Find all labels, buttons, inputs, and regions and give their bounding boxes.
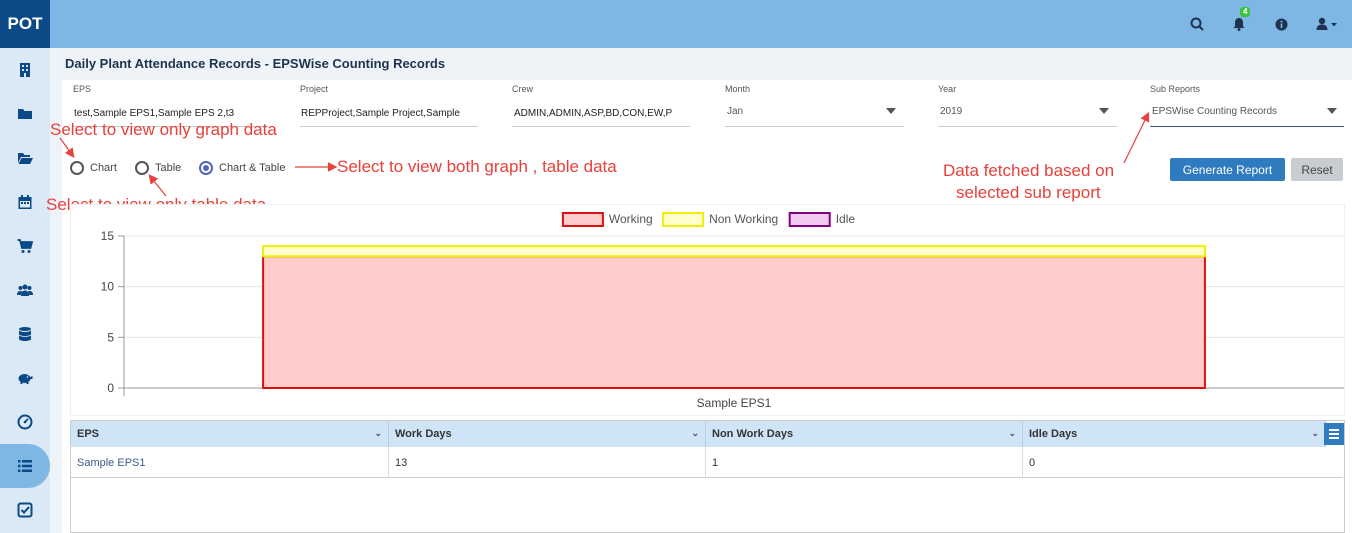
column-header-non-work-days[interactable]: Non Work Days ⌄ <box>706 421 1023 447</box>
cell-eps[interactable]: Sample EPS1 <box>71 447 389 478</box>
chart-container: 0 5 10 15 Sample EPS1 Working Non Working Idle <box>70 204 1345 416</box>
legend-label: Working <box>609 212 653 226</box>
grid-header: EPS ⌄ Work Days ⌄ Non Work Days ⌄ Idle Days… <box>71 421 1326 447</box>
cell-non-work-days: 1 <box>706 447 1023 478</box>
chevron-down-icon[interactable]: ⌄ <box>1311 428 1319 439</box>
legend-label: Non Working <box>709 212 778 226</box>
chevron-down-icon[interactable]: ⌄ <box>691 428 699 439</box>
data-grid: EPS ⌄ Work Days ⌄ Non Work Days ⌄ Idle Days… <box>70 420 1345 533</box>
column-header-idle-days[interactable]: Idle Days ⌄ <box>1023 421 1326 447</box>
legend-label: Idle <box>836 212 856 226</box>
y-tick-label: 5 <box>107 330 114 344</box>
cell-work-days: 13 <box>389 447 706 478</box>
y-tick-label: 15 <box>101 229 115 243</box>
cell-idle-days: 0 <box>1029 456 1036 469</box>
column-menu-icon[interactable] <box>1324 423 1344 445</box>
column-header-eps[interactable]: EPS ⌄ <box>71 421 389 447</box>
chevron-down-icon[interactable]: ⌄ <box>1008 428 1016 439</box>
stacked-bar-chart: 0 5 10 15 Sample EPS1 Working Non Working Idle <box>101 212 1344 410</box>
bar-non-working <box>262 245 1206 258</box>
y-tick-label: 10 <box>101 280 115 294</box>
x-tick-label: Sample EPS1 <box>697 396 772 410</box>
y-tick-label: 0 <box>107 381 114 395</box>
column-header-work-days[interactable]: Work Days ⌄ <box>389 421 706 447</box>
legend-swatch-idle <box>788 212 831 227</box>
table-row[interactable]: Sample EPS1 13 1 0 <box>71 447 1343 478</box>
chevron-down-icon[interactable]: ⌄ <box>374 428 382 439</box>
legend-swatch-working <box>561 212 604 227</box>
bar-working <box>262 255 1206 390</box>
legend-swatch-non-working <box>662 212 705 227</box>
